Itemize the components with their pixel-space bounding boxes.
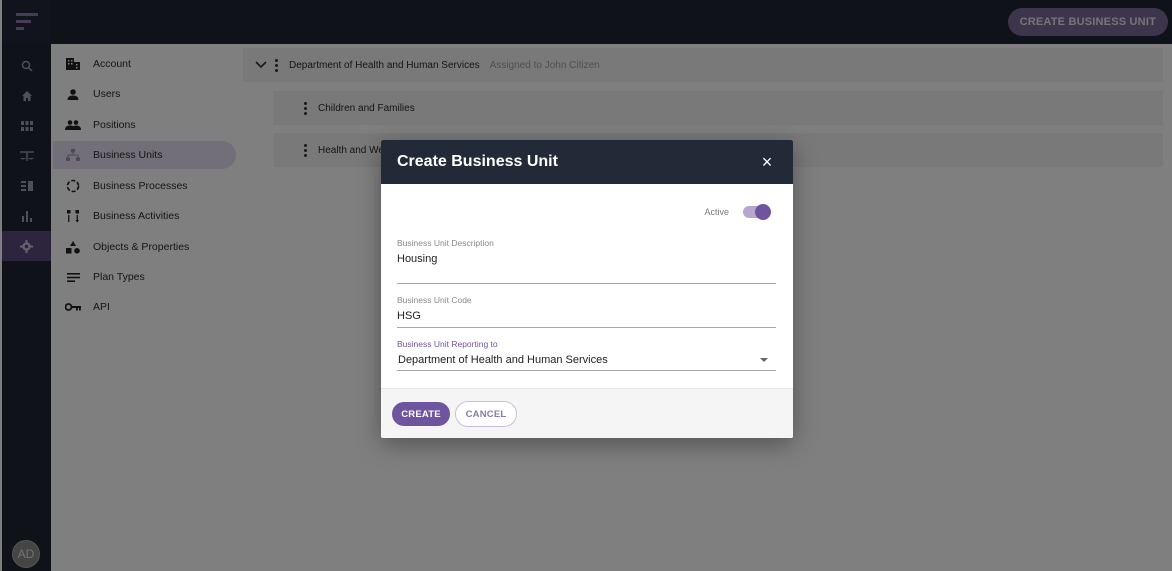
- create-button[interactable]: CREATE: [392, 402, 450, 426]
- toggle-knob: [755, 204, 771, 220]
- active-toggle-row: Active: [704, 204, 771, 220]
- dropdown-arrow-icon[interactable]: [760, 358, 768, 362]
- active-toggle[interactable]: [743, 204, 771, 220]
- dialog-header: Create Business Unit ×: [381, 140, 793, 184]
- code-underline: [397, 327, 776, 328]
- reporting-label: Business Unit Reporting to: [397, 339, 498, 349]
- description-field[interactable]: Business Unit Description Housing: [397, 238, 776, 284]
- code-field[interactable]: Business Unit Code HSG: [397, 295, 776, 328]
- dialog-footer: CREATE CANCEL: [381, 388, 793, 438]
- dialog-title: Create Business Unit: [397, 153, 558, 170]
- reporting-underline: [397, 370, 776, 371]
- reporting-select[interactable]: Business Unit Reporting to Department of…: [397, 339, 776, 372]
- close-icon[interactable]: ×: [757, 152, 777, 172]
- description-value[interactable]: Housing: [397, 253, 776, 265]
- code-value[interactable]: HSG: [397, 310, 776, 322]
- code-label: Business Unit Code: [397, 295, 472, 305]
- active-label: Active: [704, 207, 729, 217]
- create-business-unit-dialog: Create Business Unit × Active Business U…: [381, 140, 793, 438]
- description-underline: [397, 283, 776, 284]
- reporting-value[interactable]: Department of Health and Human Services: [397, 354, 776, 366]
- cancel-button[interactable]: CANCEL: [455, 401, 517, 427]
- description-label: Business Unit Description: [397, 238, 494, 248]
